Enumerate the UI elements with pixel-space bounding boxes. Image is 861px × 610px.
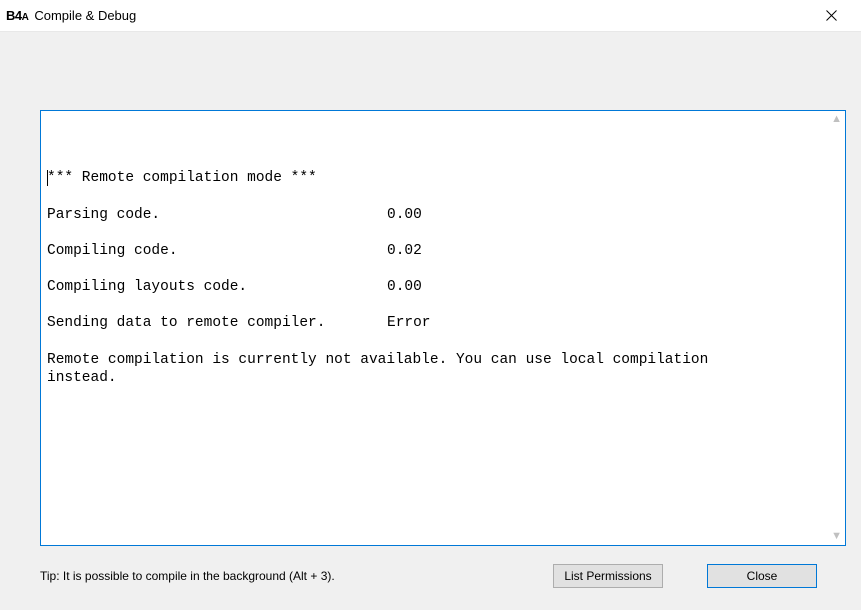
scroll-down-icon[interactable]: ▼	[831, 531, 842, 542]
log-header: *** Remote compilation mode ***	[47, 169, 839, 187]
app-logo: B4A	[6, 8, 28, 23]
titlebar: B4A Compile & Debug	[0, 0, 861, 32]
window-title: Compile & Debug	[34, 8, 136, 23]
log-row: Sending data to remote compiler.Error	[47, 314, 839, 332]
log-row: Parsing code.0.00	[47, 206, 839, 224]
close-button[interactable]: Close	[707, 564, 817, 588]
tip-text: Tip: It is possible to compile in the ba…	[40, 569, 335, 583]
log-row: Compiling code.0.02	[47, 242, 839, 260]
scroll-up-icon[interactable]: ▲	[831, 114, 842, 125]
footer-row: Tip: It is possible to compile in the ba…	[40, 564, 847, 588]
content-area: ▲ ▼ *** Remote compilation mode *** Pars…	[0, 32, 861, 610]
close-icon[interactable]	[809, 1, 853, 31]
compile-log[interactable]: ▲ ▼ *** Remote compilation mode *** Pars…	[40, 110, 846, 546]
list-permissions-button[interactable]: List Permissions	[553, 564, 663, 588]
log-message: Remote compilation is currently not avai…	[47, 351, 839, 387]
log-row: Compiling layouts code.0.00	[47, 278, 839, 296]
